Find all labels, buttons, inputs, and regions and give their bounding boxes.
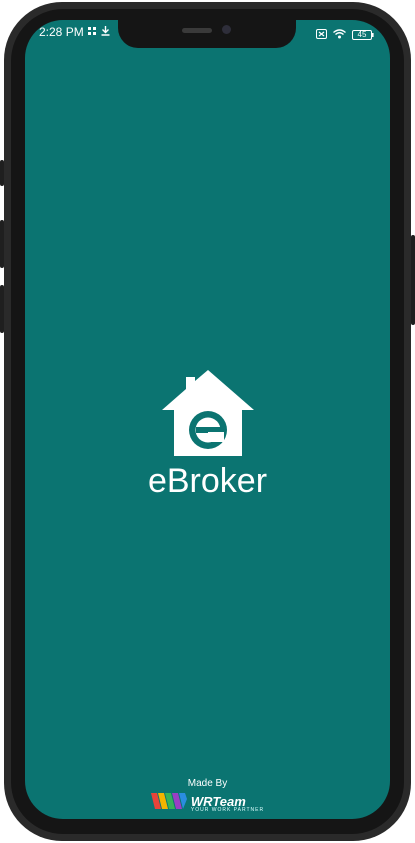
download-icon — [101, 25, 110, 39]
speaker — [182, 28, 212, 33]
brand-logo: WRTeam YOUR WORK PARTNER — [25, 791, 390, 816]
front-camera — [222, 25, 231, 34]
battery-level: 45 — [357, 30, 367, 39]
power-button — [411, 235, 415, 325]
side-button — [0, 220, 4, 268]
splash-screen: 2:28 PM 45 eBroker Made By WRTeam YOUR W… — [25, 20, 390, 819]
battery-icon: 45 — [352, 30, 374, 40]
wifi-icon — [333, 26, 346, 44]
grid-icon — [87, 25, 97, 39]
app-name: eBroker — [147, 462, 268, 500]
house-logo-icon — [161, 370, 254, 458]
wr-logo-icon — [150, 791, 187, 816]
splash-branding: eBroker — [25, 370, 390, 501]
sim-off-icon — [316, 26, 327, 44]
side-button — [0, 285, 4, 333]
made-by-label: Made By — [187, 778, 228, 789]
brand-tagline: YOUR WORK PARTNER — [190, 807, 265, 813]
status-time: 2:28 PM — [39, 25, 84, 39]
status-bar-left: 2:28 PM — [39, 25, 110, 39]
notch — [118, 20, 296, 48]
side-button — [0, 160, 4, 186]
status-bar-right: 45 — [316, 26, 374, 44]
footer-credit: Made By WRTeam YOUR WORK PARTNER — [25, 778, 390, 816]
